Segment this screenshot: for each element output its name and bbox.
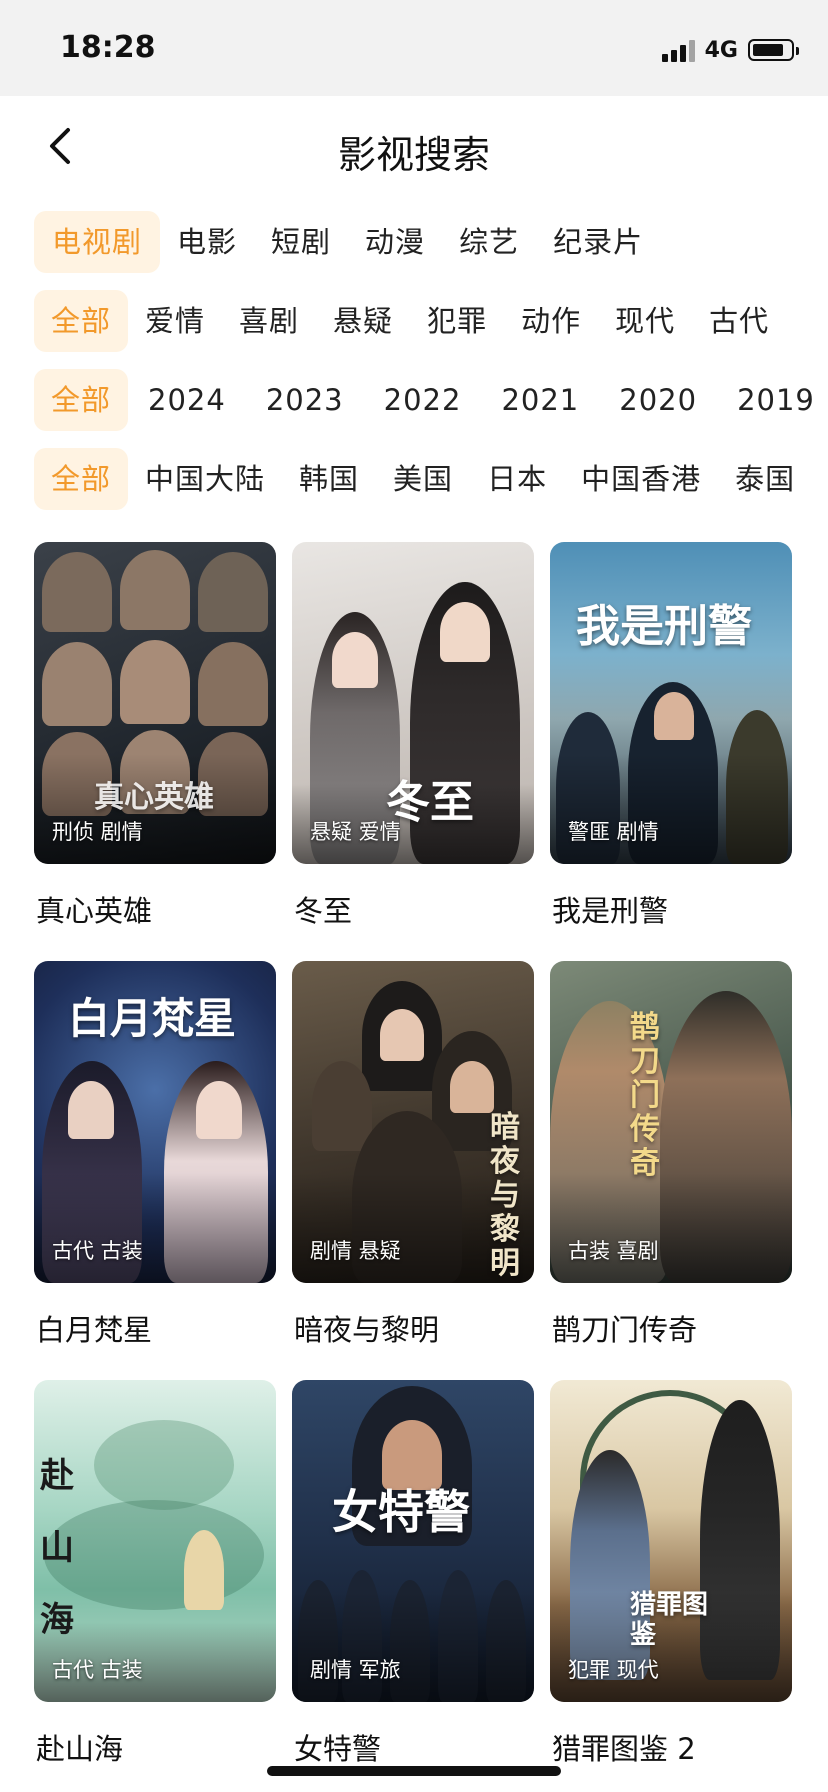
genre-tags: 刑侦 剧情 <box>52 820 143 844</box>
filter-region-japan[interactable]: 日本 <box>470 448 564 510</box>
region-filter-row: 全部 中国大陆 韩国 美国 日本 中国香港 泰国 <box>0 448 828 510</box>
filter-type-tv[interactable]: 电视剧 <box>34 211 161 273</box>
filter-genre-romance[interactable]: 爱情 <box>128 290 222 352</box>
filter-year-all[interactable]: 全部 <box>34 369 129 431</box>
poster-title-art: 我是刑警 <box>576 601 752 652</box>
filter-year-2024[interactable]: 2024 <box>128 369 246 431</box>
battery-icon <box>748 39 799 61</box>
result-title: 猎罪图鉴 2 <box>552 1732 696 1766</box>
status-time: 18:28 <box>60 30 156 65</box>
result-title: 我是刑警 <box>552 894 669 928</box>
genre-tags: 古代 古装 <box>52 1658 143 1682</box>
filter-region-thailand[interactable]: 泰国 <box>718 448 812 510</box>
year-filter-row: 全部20242023202220212020201920 <box>0 369 828 431</box>
poster-image: 猎罪图鉴 犯罪 现代 <box>550 1380 792 1702</box>
filter-type-movie[interactable]: 电影 <box>160 211 254 273</box>
filter-type-anime[interactable]: 动漫 <box>348 211 442 273</box>
filter-region-hongkong[interactable]: 中国香港 <box>564 448 718 510</box>
filter-region-mainland[interactable]: 中国大陆 <box>128 448 282 510</box>
genre-tags: 剧情 悬疑 <box>310 1239 401 1263</box>
home-indicator[interactable] <box>267 1766 561 1776</box>
type-filter-row: 电视剧 电影 短剧 动漫 综艺 纪录片 <box>0 211 828 273</box>
network-label: 4G <box>704 37 738 63</box>
poster-title-art: 暗夜与黎明 <box>490 1110 520 1281</box>
poster-title-art: 白月梵星 <box>68 994 237 1043</box>
genre-filter-row: 全部 爱情 喜剧 悬疑 犯罪 动作 现代 古代 <box>0 290 828 352</box>
status-indicators: 4G <box>661 36 799 64</box>
result-title: 白月梵星 <box>36 1313 153 1347</box>
genre-tags: 剧情 军旅 <box>310 1658 401 1682</box>
result-title: 真心英雄 <box>36 894 153 928</box>
poster-title-art: 真心英雄 <box>94 780 214 815</box>
filter-genre-comedy[interactable]: 喜剧 <box>222 290 316 352</box>
result-title: 暗夜与黎明 <box>294 1313 440 1347</box>
filter-genre-crime[interactable]: 犯罪 <box>410 290 504 352</box>
filter-year-2019[interactable]: 2019 <box>717 369 828 431</box>
poster-image: 冬至 悬疑 爱情 <box>292 542 534 864</box>
poster-image: 我是刑警 警匪 剧情 <box>550 542 792 864</box>
poster-image: 白月梵星 古代 古装 <box>34 961 276 1283</box>
genre-tags: 犯罪 现代 <box>568 1658 659 1682</box>
filter-genre-action[interactable]: 动作 <box>504 290 598 352</box>
poster-image: 赴山海 古代 古装 <box>34 1380 276 1702</box>
genre-tags: 古代 古装 <box>52 1239 143 1263</box>
poster-image: 暗夜与黎明 剧情 悬疑 <box>292 961 534 1283</box>
filter-genre-mystery[interactable]: 悬疑 <box>316 290 410 352</box>
nav-bar: 影视搜索 <box>0 96 828 196</box>
filter-genre-modern[interactable]: 现代 <box>598 290 692 352</box>
poster-title-art: 鹊刀门传奇 <box>630 1010 660 1181</box>
poster-image: 鹊刀门传奇 古装 喜剧 <box>550 961 792 1283</box>
filter-type-variety[interactable]: 综艺 <box>442 211 536 273</box>
genre-tags: 古装 喜剧 <box>568 1239 659 1263</box>
filter-genre-all[interactable]: 全部 <box>34 290 129 352</box>
result-title: 赴山海 <box>36 1732 124 1766</box>
filter-type-documentary[interactable]: 纪录片 <box>536 211 660 273</box>
poster-title-art: 女特警 <box>332 1485 470 1539</box>
poster-title-art: 猎罪图鉴 <box>630 1590 709 1650</box>
result-title: 女特警 <box>294 1732 382 1766</box>
poster-image: 真心英雄 刑侦 剧情 <box>34 542 276 864</box>
filter-year-2021[interactable]: 2021 <box>481 369 599 431</box>
poster-title-art: 赴山海 <box>40 1456 74 1640</box>
poster-image: 女特警 剧情 军旅 <box>292 1380 534 1702</box>
filter-region-korea[interactable]: 韩国 <box>282 448 376 510</box>
filter-genre-ancient[interactable]: 古代 <box>692 290 786 352</box>
genre-tags: 悬疑 爱情 <box>310 820 401 844</box>
result-title: 冬至 <box>294 894 353 928</box>
status-bar: 18:28 4G <box>0 0 828 96</box>
filter-type-short[interactable]: 短剧 <box>254 211 348 273</box>
filter-year-2023[interactable]: 2023 <box>246 369 364 431</box>
signal-icon <box>661 38 695 62</box>
filter-region-usa[interactable]: 美国 <box>376 448 470 510</box>
filter-region-all[interactable]: 全部 <box>34 448 129 510</box>
result-title: 鹊刀门传奇 <box>552 1313 698 1347</box>
filter-year-2020[interactable]: 2020 <box>599 369 717 431</box>
filter-year-2022[interactable]: 2022 <box>364 369 482 431</box>
page-title: 影视搜索 <box>337 133 490 177</box>
genre-tags: 警匪 剧情 <box>568 820 659 844</box>
